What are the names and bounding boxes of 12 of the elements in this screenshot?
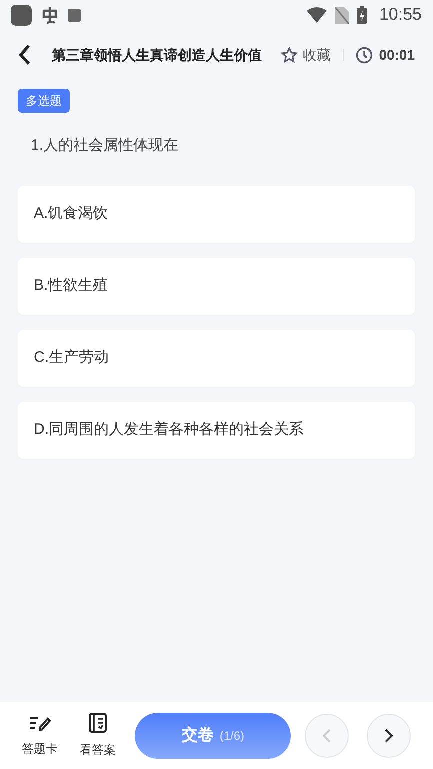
question-type-tag: 多选题 — [18, 89, 70, 113]
answer-option[interactable]: C.生产劳动 — [18, 330, 415, 387]
answer-card-button[interactable]: 答题卡 — [22, 714, 58, 758]
page-title: 第三章领悟人生真谛创造人生价值 — [52, 46, 262, 64]
favorite-button[interactable]: 收藏 — [281, 44, 332, 66]
answer-option[interactable]: A.饥食渴饮 — [18, 186, 415, 243]
question-text: 1.人的社会属性体现在 — [31, 137, 179, 154]
answer-option[interactable]: B.性欲生殖 — [18, 258, 415, 315]
status-time: 10:55 — [379, 4, 422, 26]
view-answer-button[interactable]: 看答案 — [80, 712, 116, 758]
answer-option[interactable]: D.同周围的人发生着各种各样的社会关系 — [18, 402, 415, 459]
timer-text: 00:01 — [379, 46, 415, 64]
